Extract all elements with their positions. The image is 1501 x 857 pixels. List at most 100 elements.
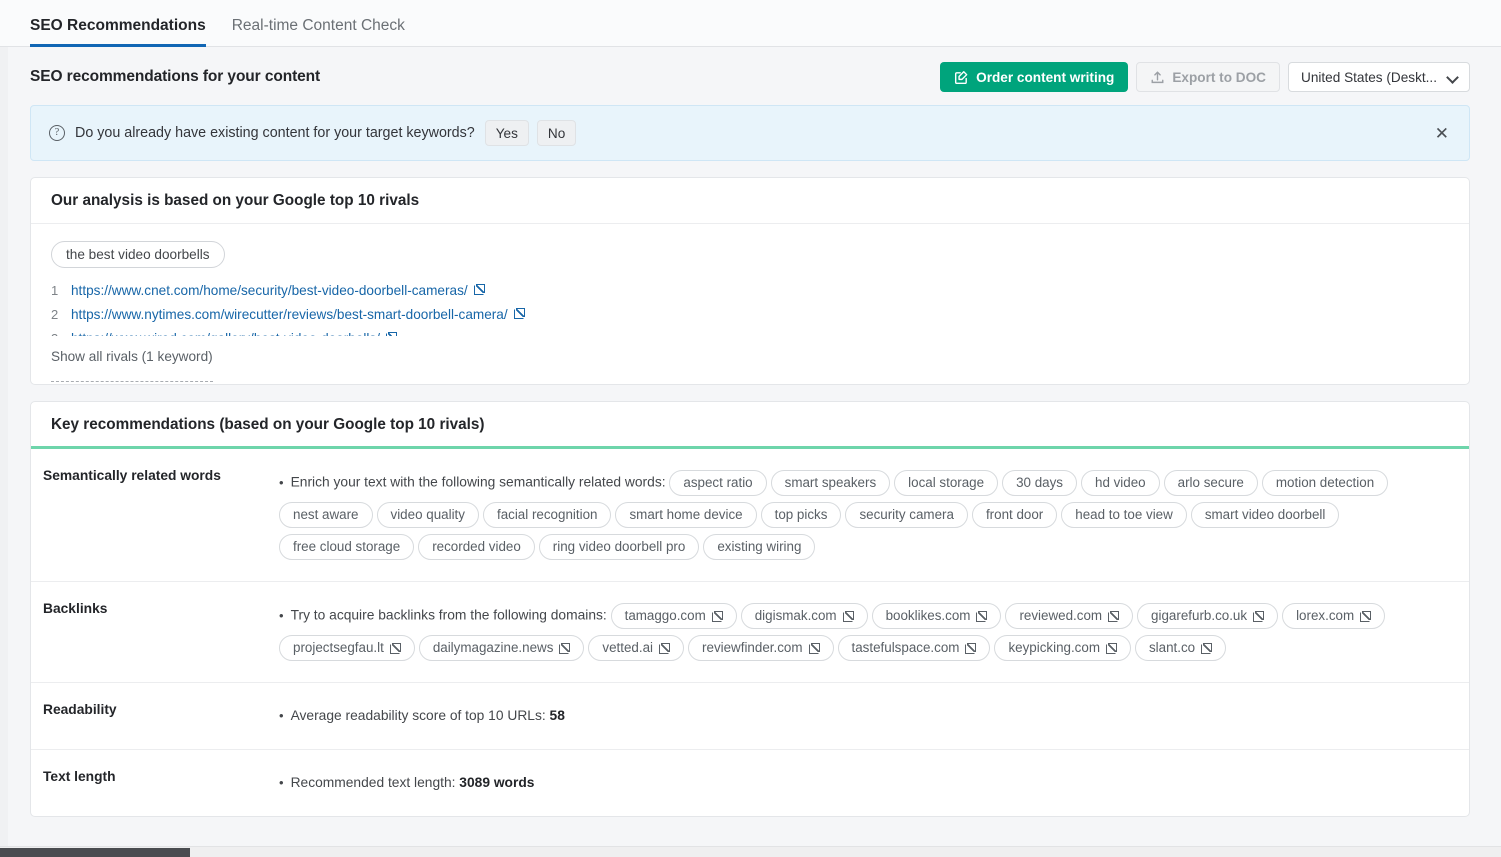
semantic-word-tag[interactable]: hd video	[1081, 470, 1160, 496]
semantic-word-tag[interactable]: nest aware	[279, 502, 373, 528]
page-header: SEO recommendations for your content Ord…	[0, 47, 1501, 92]
notice-no-button[interactable]: No	[536, 120, 577, 146]
rec-content: • Average readability score of top 10 URL…	[279, 701, 1449, 731]
semantic-word-tag[interactable]: ring video doorbell pro	[538, 534, 700, 560]
external-link-icon[interactable]	[808, 642, 820, 654]
rec-label: Readability	[43, 702, 117, 717]
rec-label: Text length	[43, 769, 116, 784]
semantic-word-tag[interactable]: 30 days	[1002, 470, 1077, 496]
backlink-domain-label: dailymagazine.news	[432, 640, 554, 655]
semantic-word-tag[interactable]: smart home device	[615, 502, 757, 528]
semantic-word-tag[interactable]: smart speakers	[770, 470, 891, 496]
semantic-word-tag[interactable]: arlo secure	[1163, 470, 1258, 496]
external-link-icon[interactable]	[976, 610, 988, 622]
semantic-word-tag[interactable]: aspect ratio	[669, 470, 767, 496]
bullet-icon: •	[279, 607, 284, 623]
tab-bar: SEO Recommendations Real-time Content Ch…	[0, 0, 1501, 47]
export-to-doc-button[interactable]: Export to DOC	[1136, 62, 1280, 92]
bullet-icon: •	[279, 775, 284, 790]
backlink-domain-tag[interactable]: reviewed.com	[1005, 603, 1134, 629]
close-icon[interactable]: ✕	[1431, 121, 1453, 146]
rec-content: • Try to acquire backlinks from the follo…	[279, 600, 1449, 664]
notice-text: Do you already have existing content for…	[75, 125, 475, 141]
existing-content-notice: ? Do you already have existing content f…	[30, 105, 1470, 161]
backlink-domain-tag[interactable]: slant.co	[1134, 635, 1227, 661]
rec-line: • Enrich your text with the following sem…	[279, 467, 1449, 563]
rival-url-link[interactable]: https://www.cnet.com/home/security/best-…	[71, 279, 468, 303]
rival-url-row: 1 https://www.cnet.com/home/security/bes…	[51, 279, 1449, 303]
horizontal-scrollbar-thumb[interactable]	[0, 848, 190, 857]
backlink-domain-tag[interactable]: tamaggo.com	[610, 603, 737, 629]
external-link-icon[interactable]	[1253, 610, 1265, 622]
external-link-icon[interactable]	[1108, 610, 1120, 622]
rec-line: • Recommended text length: 3089 words	[279, 768, 1449, 798]
external-link-icon[interactable]	[386, 332, 398, 336]
semantic-word-tag[interactable]: front door	[971, 502, 1058, 528]
rival-url-list: 1 https://www.cnet.com/home/security/bes…	[51, 279, 1449, 336]
backlink-domain-tag[interactable]: gigarefurb.co.uk	[1137, 603, 1279, 629]
rec-label: Semantically related words	[43, 468, 221, 483]
tab-seo-recommendations[interactable]: SEO Recommendations	[30, 17, 206, 47]
rival-url-link[interactable]: https://www.wired.com/gallery/best-video…	[71, 327, 380, 336]
tab-real-time-content-check-label: Real-time Content Check	[231, 17, 405, 34]
semantic-word-tag[interactable]: facial recognition	[482, 502, 612, 528]
rival-url-row: 2 https://www.nytimes.com/wirecutter/rev…	[51, 303, 1449, 327]
external-link-icon[interactable]	[513, 308, 525, 319]
semantic-word-tag[interactable]: local storage	[894, 470, 999, 496]
external-link-icon[interactable]	[1105, 642, 1117, 654]
backlink-domain-label: reviewfinder.com	[702, 640, 803, 655]
rival-index: 2	[51, 307, 59, 322]
page-title: SEO recommendations for your content	[30, 68, 321, 85]
upload-icon	[1150, 70, 1165, 85]
semantic-word-tag[interactable]: free cloud storage	[279, 534, 415, 560]
readability-score: 58	[549, 708, 565, 723]
tab-seo-recommendations-label: SEO Recommendations	[30, 17, 206, 34]
semantic-word-tag[interactable]: security camera	[845, 502, 968, 528]
external-link-icon[interactable]	[965, 642, 977, 654]
backlink-domain-tag[interactable]: digismak.com	[740, 603, 868, 629]
semantic-word-tag[interactable]: smart video doorbell	[1190, 502, 1340, 528]
rival-url-link[interactable]: https://www.nytimes.com/wirecutter/revie…	[71, 303, 508, 327]
backlink-domain-label: keypicking.com	[1008, 640, 1100, 655]
external-link-icon[interactable]	[559, 642, 571, 654]
keyword-chip[interactable]: the best video doorbells	[51, 241, 225, 268]
backlink-domain-tag[interactable]: lorex.com	[1282, 603, 1386, 629]
backlink-domain-tag[interactable]: keypicking.com	[994, 635, 1131, 661]
backlink-domain-label: tamaggo.com	[624, 608, 706, 623]
external-link-icon[interactable]	[842, 610, 854, 622]
semantic-word-tag[interactable]: top picks	[760, 502, 842, 528]
external-link-icon[interactable]	[1360, 610, 1372, 622]
external-link-icon[interactable]	[659, 642, 671, 654]
backlink-domain-label: projectsegfau.lt	[293, 640, 384, 655]
key-recommendations-card: Key recommendations (based on your Googl…	[30, 401, 1470, 817]
order-content-writing-button[interactable]: Order content writing	[940, 62, 1129, 92]
external-link-icon[interactable]	[711, 610, 723, 622]
semantic-word-tag[interactable]: video quality	[376, 502, 479, 528]
backlink-domain-tag[interactable]: reviewfinder.com	[688, 635, 834, 661]
show-all-rivals-wrap: Show all rivals (1 keyword)	[31, 336, 1469, 384]
backlink-domain-tag[interactable]: dailymagazine.news	[418, 635, 585, 661]
external-link-icon[interactable]	[473, 284, 485, 295]
backlink-domain-tag[interactable]: tastefulspace.com	[837, 635, 991, 661]
backlink-domain-label: digismak.com	[754, 608, 837, 623]
semantic-word-tag[interactable]: existing wiring	[703, 534, 816, 560]
notice-yes-button[interactable]: Yes	[484, 120, 529, 146]
rec-row-backlinks: Backlinks • Try to acquire backlinks from…	[31, 582, 1469, 683]
external-link-icon[interactable]	[1201, 642, 1213, 654]
edit-square-icon	[954, 70, 969, 85]
show-all-rivals-link[interactable]: Show all rivals (1 keyword)	[51, 336, 213, 382]
horizontal-scrollbar[interactable]	[0, 846, 1501, 857]
semantic-word-tag[interactable]: recorded video	[418, 534, 535, 560]
backlink-domain-tag[interactable]: booklikes.com	[871, 603, 1002, 629]
rival-url-row: 3 https://www.wired.com/gallery/best-vid…	[51, 327, 1449, 336]
locale-select[interactable]: United States (Deskt...	[1288, 62, 1470, 92]
text-length-value: 3089 words	[459, 775, 535, 790]
backlink-domain-tag[interactable]: vetted.ai	[588, 635, 685, 661]
rec-lead: Enrich your text with the following sema…	[290, 474, 666, 490]
backlink-domain-label: reviewed.com	[1019, 608, 1103, 623]
tab-real-time-content-check[interactable]: Real-time Content Check	[232, 17, 405, 46]
semantic-word-tag[interactable]: head to toe view	[1061, 502, 1187, 528]
backlink-domain-tag[interactable]: projectsegfau.lt	[279, 635, 415, 661]
semantic-word-tag[interactable]: motion detection	[1261, 470, 1389, 496]
external-link-icon[interactable]	[389, 642, 401, 654]
